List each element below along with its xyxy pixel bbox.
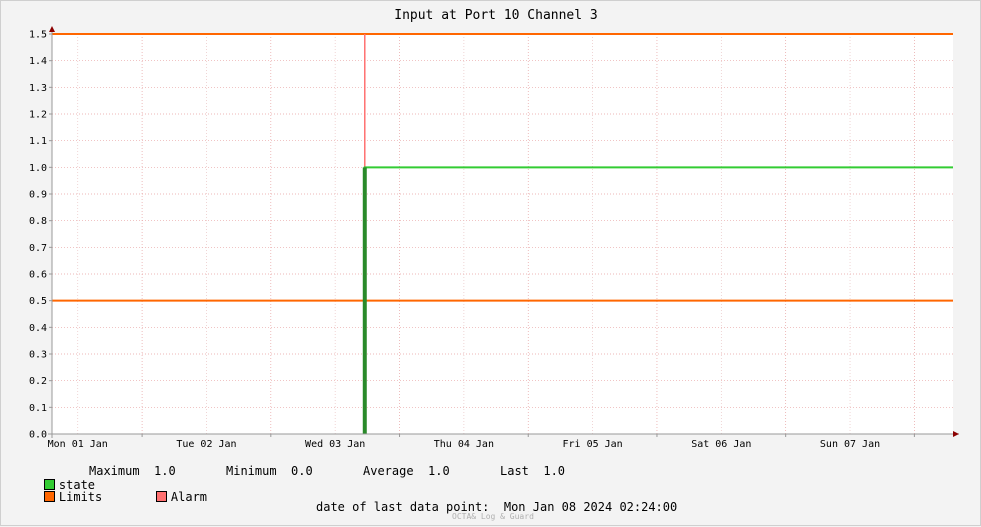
legend-min-value: 0.0 — [291, 464, 313, 478]
y-tick-label: 1.3 — [29, 83, 47, 94]
y-tick-label: 1.4 — [29, 56, 47, 67]
y-tick-label: 0.7 — [29, 243, 47, 254]
legend-last-value: 1.0 — [543, 464, 566, 478]
legend-avg-label: Average — [363, 464, 414, 478]
x-tick-label: Thu 04 Jan — [434, 439, 494, 450]
y-tick-label: 0.1 — [29, 403, 47, 414]
y-tick-label: 0.9 — [29, 190, 47, 201]
chart-frame: Input at Port 10 Channel 3 0.0 0.1 0.2 0.3 0… — [0, 0, 981, 526]
y-tick-label: 1.0 — [29, 163, 47, 174]
legend-row-alarm: Alarm — [127, 476, 207, 518]
chart-title: Input at Port 10 Channel 3 — [394, 8, 598, 23]
x-axis-ticks: Mon 01 Jan Tue 02 Jan Wed 03 Jan Thu 04 Jan… — [48, 434, 915, 450]
y-tick-label: 0.0 — [29, 430, 47, 441]
y-axis-arrow — [49, 26, 55, 32]
legend-avg: Average 1.0 — [363, 464, 450, 478]
y-tick-label: 0.4 — [29, 323, 47, 334]
legend-last-label: Last — [500, 464, 529, 478]
x-tick-label: Wed 03 Jan — [305, 439, 365, 450]
x-tick-label: Sat 06 Jan — [691, 439, 751, 450]
y-tick-label: 1.1 — [29, 136, 47, 147]
y-tick-label: 1.5 — [29, 30, 47, 41]
plot-area — [52, 34, 953, 434]
legend-row-limits: Limits — [15, 476, 102, 518]
x-tick-label: Sun 07 Jan — [820, 439, 880, 450]
x-tick-label: Tue 02 Jan — [176, 439, 236, 450]
legend-limits-label: Limits — [58, 490, 103, 504]
y-tick-label: 0.3 — [29, 350, 47, 361]
y-tick-label: 0.6 — [29, 270, 47, 281]
legend-min: Minimum 0.0 — [226, 464, 313, 478]
y-tick-label: 0.2 — [29, 376, 47, 387]
legend-min-label: Minimum — [226, 464, 277, 478]
legend-avg-value: 1.0 — [428, 464, 450, 478]
y-axis-ticks: 0.0 0.1 0.2 0.3 0.4 0.5 0.6 0.7 0.8 0.9 1.0 1.1 1.2 1… — [29, 30, 52, 441]
credit-text: OCTA& Log & Guard — [452, 512, 534, 521]
y-tick-label: 0.5 — [29, 296, 47, 307]
legend-last: Last 1.0 — [500, 464, 565, 478]
x-tick-label: Mon 01 Jan — [48, 439, 108, 450]
limits-swatch — [43, 491, 55, 502]
y-tick-label: 1.2 — [29, 110, 47, 121]
alarm-swatch — [155, 491, 167, 502]
y-tick-label: 0.8 — [29, 216, 47, 227]
x-axis-arrow — [953, 431, 959, 437]
chart-canvas: Input at Port 10 Channel 3 0.00.10.20.30… — [29, 8, 959, 450]
x-tick-label: Fri 05 Jan — [562, 439, 622, 450]
legend-alarm-label: Alarm — [170, 490, 208, 504]
